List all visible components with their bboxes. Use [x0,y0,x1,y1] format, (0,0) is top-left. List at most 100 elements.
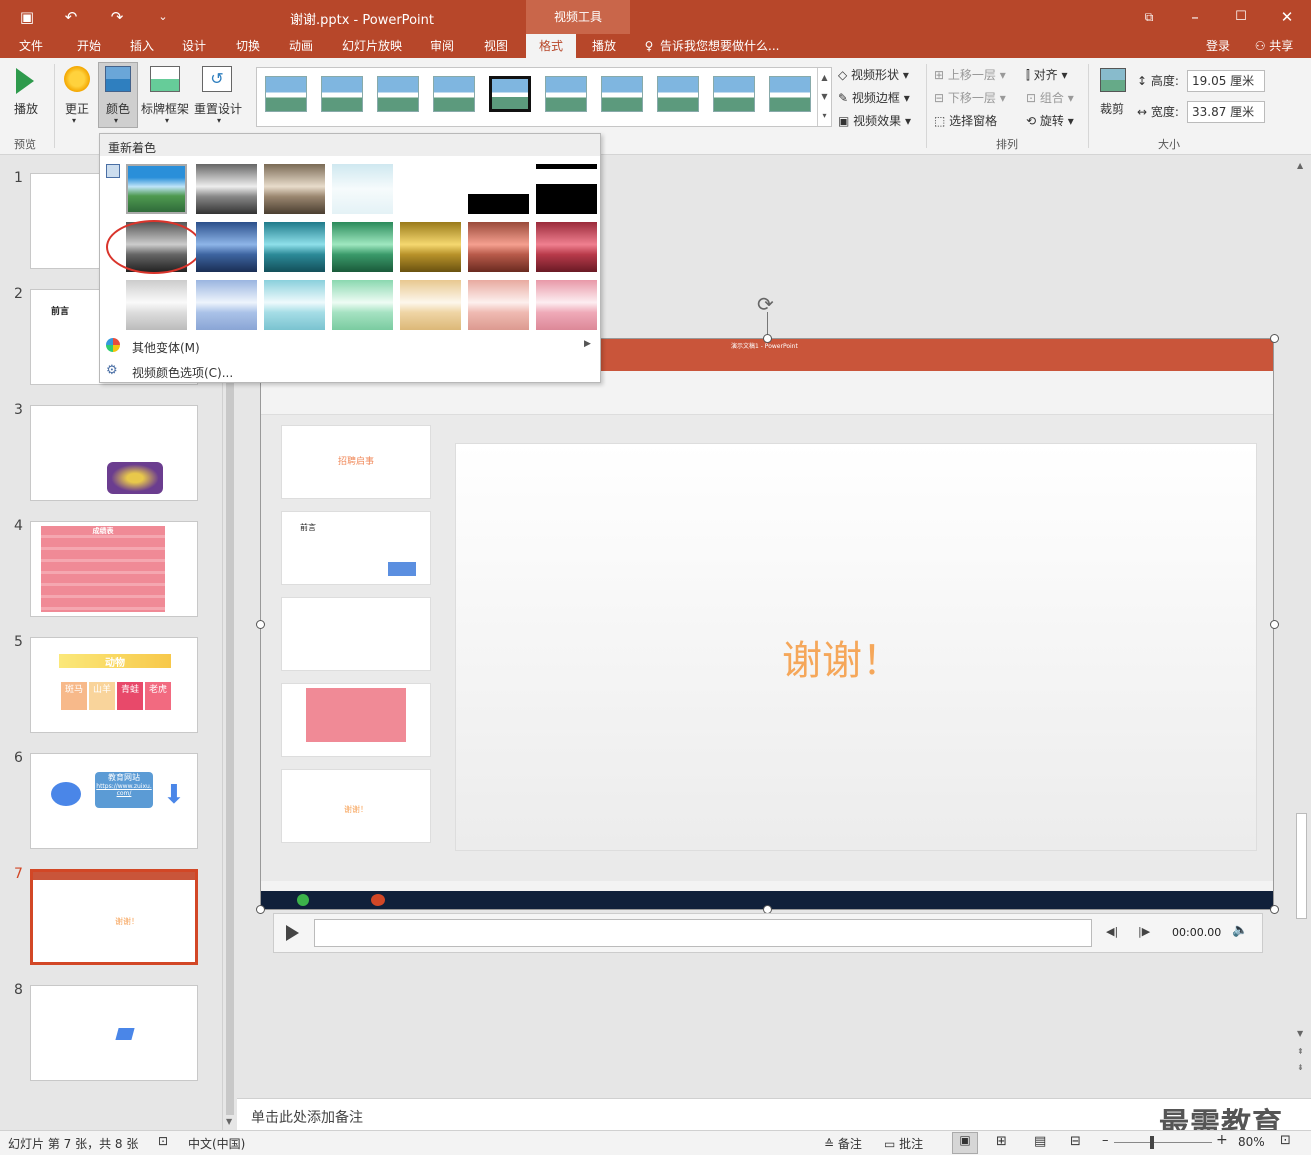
scroll-up-icon[interactable]: ▲ [1297,161,1303,170]
recolor-washout[interactable] [332,164,393,214]
share-button[interactable]: ⚇ 共享 [1244,34,1304,58]
close-icon[interactable]: ✕ [1276,6,1298,28]
bring-forward-button[interactable]: ⊞ 上移一层 ▾ [934,66,1006,83]
video-style-1[interactable] [265,76,307,112]
recolor-light-7[interactable] [536,280,597,330]
slide-thumbnail-5[interactable]: 动物 斑马 山羊 青蛙 老虎 [30,637,198,733]
zoom-slider[interactable] [1114,1142,1212,1143]
recolor-dark-6[interactable] [468,222,529,272]
rotate-handle-icon[interactable]: ⟳ [757,292,774,316]
resize-handle[interactable] [1270,905,1279,914]
reset-design-button[interactable]: 重置设计 [194,100,242,117]
ribbon-display-icon[interactable]: ⧉ [1138,6,1160,28]
comments-toggle[interactable]: ▭ 批注 [884,1135,923,1152]
scroll-down-icon[interactable]: ▼ [226,1117,232,1126]
tab-home[interactable]: 开始 [66,34,112,58]
normal-view-icon[interactable]: ▣ [952,1132,978,1154]
slide-thumbnail-8[interactable] [30,985,198,1081]
crop-button[interactable]: 裁剪 [1100,100,1124,117]
spellcheck-icon[interactable]: ⊡ [158,1134,168,1148]
recolor-dark-3[interactable] [264,222,325,272]
undo-icon[interactable]: ↶ [60,6,82,28]
more-variations-item[interactable]: 其他变体(M) [132,339,200,356]
tab-file[interactable]: 文件 [10,34,52,58]
recolor-dark-4[interactable] [332,222,393,272]
fit-to-window-icon[interactable]: ⊡ [1280,1133,1291,1148]
prev-slide-icon[interactable]: ⇞ [1297,1047,1304,1056]
tab-animations[interactable]: 动画 [279,34,323,58]
tab-format[interactable]: 格式 [526,34,576,58]
recolor-dark-7[interactable] [536,222,597,272]
video-style-7[interactable] [601,76,643,112]
resize-handle[interactable] [256,620,265,629]
tab-review[interactable]: 审阅 [420,34,464,58]
recolor-light-2[interactable] [196,280,257,330]
group-button[interactable]: ⊡ 组合 ▾ [1026,89,1074,106]
video-object[interactable]: 演示文稿1 - PowerPoint 招聘启事 前言 谢谢！ 谢谢！ [260,338,1274,910]
width-input[interactable]: 33.87 厘米 [1187,101,1265,123]
video-style-9[interactable] [713,76,755,112]
progress-bar[interactable] [314,919,1092,947]
volume-icon[interactable]: 🔈 [1232,923,1248,938]
customize-qat-icon[interactable]: ⌄ [152,6,174,28]
video-style-3[interactable] [377,76,419,112]
tab-slideshow[interactable]: 幻灯片放映 [336,34,408,58]
recolor-light-3[interactable] [264,280,325,330]
video-style-6[interactable] [545,76,587,112]
redo-icon[interactable]: ↷ [106,6,128,28]
recolor-light-5[interactable] [400,280,461,330]
recolor-bw-25[interactable] [400,164,461,214]
corrections-button[interactable]: 更正 [65,100,89,117]
tab-transitions[interactable]: 切换 [226,34,270,58]
poster-frame-button[interactable]: 标牌框架 [141,100,189,117]
play-button[interactable]: 播放 [14,100,38,117]
zoom-level[interactable]: 80% [1238,1135,1265,1149]
resize-handle[interactable] [256,905,265,914]
recolor-no-recolor[interactable] [126,164,187,214]
save-icon[interactable]: ▣ [16,6,38,28]
video-style-2[interactable] [321,76,363,112]
selection-pane-button[interactable]: ⬚ 选择窗格 [934,112,997,129]
slideshow-icon[interactable]: ⊟ [1070,1134,1081,1149]
language-status[interactable]: 中文(中国) [188,1135,245,1152]
slide-scrollbar[interactable]: ▲ ▼ ⇞ ⇟ [1292,155,1311,1130]
video-color-options-item[interactable]: 视频颜色选项(C)... [132,364,233,381]
slide-thumbnail-6[interactable]: 教育网站 https://www.zuixu.com/ ⬇ [30,753,198,849]
rotate-button[interactable]: ⟲ 旋转 ▾ [1026,112,1074,129]
slide-thumbnail-7[interactable]: 谢谢！ [30,869,198,965]
video-border-button[interactable]: ✎ 视频边框 ▾ [838,89,910,106]
recolor-light-6[interactable] [468,280,529,330]
scroll-down-icon[interactable]: ▼ [1297,1029,1303,1038]
tab-playback[interactable]: 播放 [582,34,626,58]
sign-in-link[interactable]: 登录 [1200,34,1236,58]
recolor-light-4[interactable] [332,280,393,330]
next-slide-icon[interactable]: ⇟ [1297,1063,1304,1072]
recolor-dark-2[interactable] [196,222,257,272]
recolor-bw-50[interactable] [468,164,529,214]
minimize-icon[interactable]: – [1184,6,1206,28]
recolor-grayscale[interactable] [196,164,257,214]
video-style-5[interactable] [489,76,531,112]
notes-toggle[interactable]: ≙ 备注 [824,1135,862,1152]
video-style-4[interactable] [433,76,475,112]
recolor-sepia[interactable] [264,164,325,214]
tab-view[interactable]: 视图 [474,34,518,58]
reading-view-icon[interactable]: ▤ [1034,1134,1046,1149]
scroll-thumb[interactable] [1296,813,1307,919]
zoom-out-icon[interactable]: – [1102,1133,1109,1148]
notes-pane[interactable]: 单击此处添加备注 最需教育 [237,1098,1311,1142]
resize-handle[interactable] [763,334,772,343]
recolor-light-1[interactable] [126,280,187,330]
tab-insert[interactable]: 插入 [120,34,164,58]
recolor-bw-75[interactable] [536,164,597,214]
slide-thumbnail-3[interactable] [30,405,198,501]
play-pause-icon[interactable] [286,925,299,941]
step-back-icon[interactable]: ◀| [1106,925,1118,938]
step-forward-icon[interactable]: |▶ [1138,925,1150,938]
send-backward-button[interactable]: ⊟ 下移一层 ▾ [934,89,1006,106]
gallery-scroll[interactable]: ▲ ▼ ▾ [817,68,831,126]
height-input[interactable]: 19.05 厘米 [1187,70,1265,92]
video-shape-button[interactable]: ◇ 视频形状 ▾ [838,66,909,83]
video-style-10[interactable] [769,76,811,112]
video-style-8[interactable] [657,76,699,112]
